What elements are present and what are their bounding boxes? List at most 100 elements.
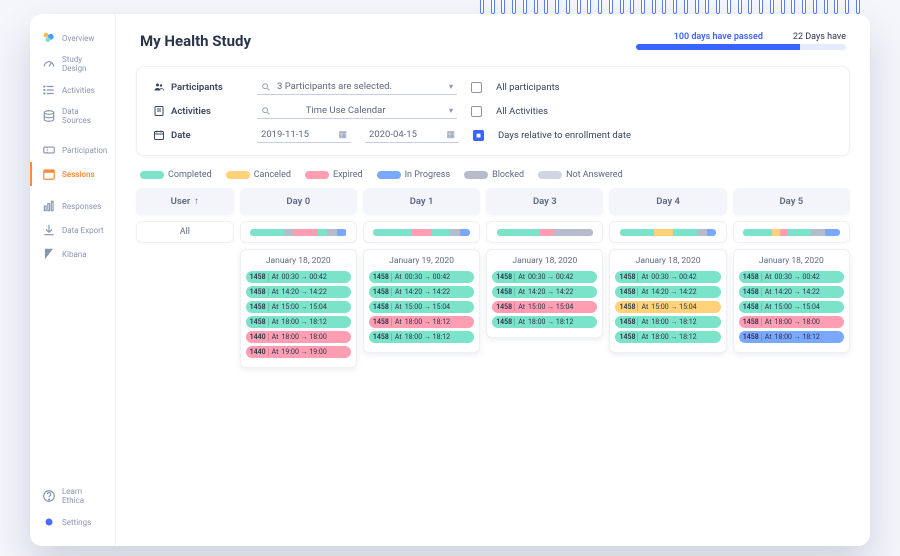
activities-select[interactable]: Time Use Calendar ▾ [257, 103, 457, 119]
day-column-header[interactable]: Day 4 [609, 188, 726, 215]
sidebar-item-data-export[interactable]: Data Export [30, 218, 115, 242]
legend-label: Expired [333, 170, 363, 180]
legend-swatch [226, 171, 250, 179]
session-entry[interactable]: 1458At18:00 → 18:12 [369, 331, 474, 343]
date-to-input[interactable]: 2020-04-15 ▦ [365, 127, 459, 143]
session-entry[interactable]: 1458At15:00 → 15:04 [615, 301, 720, 313]
sidebar-item-data-sources[interactable]: Data Sources [30, 102, 115, 130]
session-entry[interactable]: 1458At14:20 → 14:22 [246, 286, 351, 298]
page-title: My Health Study [140, 32, 616, 50]
session-entry[interactable]: 1458At18:00 → 18:12 [369, 316, 474, 328]
status-bar [250, 229, 347, 236]
all-activities-label: All Activities [496, 106, 548, 117]
progress-remaining: 22 Days have [793, 32, 846, 42]
sidebar-item-participation[interactable]: Participation [30, 138, 115, 162]
date-from-input[interactable]: 2019-11-15 ▦ [257, 127, 351, 143]
session-entry[interactable]: 1458At15:00 → 15:04 [492, 301, 597, 313]
gauge-icon [42, 57, 56, 71]
activities-icon [153, 105, 165, 117]
sidebar-item-label: Data Sources [62, 107, 105, 125]
all-participants-checkbox[interactable] [471, 82, 482, 93]
day-column-header[interactable]: Day 1 [363, 188, 480, 215]
legend-blocked: Blocked [464, 170, 524, 180]
sidebar-item-label: Participation [62, 146, 107, 155]
status-bar [497, 229, 594, 236]
sort-arrow-icon: ↑ [194, 196, 199, 207]
session-entry[interactable]: 1458At00:30 → 00:42 [369, 271, 474, 283]
sidebar-item-settings[interactable]: Settings [30, 510, 115, 534]
legend-swatch [305, 171, 329, 179]
participants-label: Participants [153, 81, 243, 93]
list-icon [42, 83, 56, 97]
legend-expired: Expired [305, 170, 363, 180]
sidebar-item-label: Study Design [62, 55, 105, 73]
participants-icon [153, 81, 165, 93]
legend-notanswered: Not Answered [538, 170, 623, 180]
progress-passed: 100 days have passed [674, 32, 763, 42]
sidebar-item-overview[interactable]: Overview [30, 26, 115, 50]
calendar-icon: ▦ [446, 130, 455, 140]
legend-completed: Completed [140, 170, 212, 180]
sidebar-item-label: Sessions [62, 170, 95, 179]
session-entry[interactable]: 1458At18:00 → 18:12 [615, 331, 720, 343]
session-entry[interactable]: 1458At00:30 → 00:42 [739, 271, 844, 283]
day-column-header[interactable]: Day 5 [733, 188, 850, 215]
sidebar-item-sessions[interactable]: Sessions [30, 162, 115, 186]
all-activities-checkbox[interactable] [471, 106, 482, 117]
legend-label: Not Answered [566, 170, 623, 180]
day-status-bar [609, 221, 726, 243]
session-entry[interactable]: 1458At18:00 → 18:12 [246, 316, 351, 328]
sidebar-item-responses[interactable]: Responses [30, 194, 115, 218]
activities-label: Activities [153, 105, 243, 117]
sidebar-item-kibana[interactable]: Kibana [30, 242, 115, 266]
session-entry[interactable]: 1458At18:00 → 18:12 [615, 316, 720, 328]
sidebar-item-study-design[interactable]: Study Design [30, 50, 115, 78]
sidebar-item-label: Overview [62, 34, 94, 43]
session-entry[interactable]: 1458At14:20 → 14:22 [492, 286, 597, 298]
filter-panel: Participants 3 Participants are selected… [136, 66, 850, 156]
legend-swatch [464, 171, 488, 179]
main-content: My Health Study 100 days have passed 22 … [116, 14, 870, 546]
session-entry[interactable]: 1458At18:00 → 18:00 [739, 316, 844, 328]
legend-swatch [538, 171, 562, 179]
day-column-header[interactable]: Day 0 [240, 188, 357, 215]
session-entry[interactable]: 1440At19:00 → 19:00 [246, 346, 351, 358]
legend-swatch [377, 171, 401, 179]
day-column-header[interactable]: Day 3 [486, 188, 603, 215]
relative-days-checkbox[interactable]: ■ [473, 130, 484, 141]
day-column-day3: Day 3January 18, 20201458At00:30 → 00:42… [486, 188, 603, 368]
sidebar-item-activities[interactable]: Activities [30, 78, 115, 102]
session-entry[interactable]: 1458At14:20 → 14:22 [369, 286, 474, 298]
day-date: January 18, 2020 [615, 256, 720, 266]
database-icon [42, 109, 56, 123]
all-row-label: All [136, 221, 234, 243]
session-entry[interactable]: 1458At15:00 → 15:04 [369, 301, 474, 313]
session-entry[interactable]: 1458At18:00 → 18:12 [492, 316, 597, 328]
day-date: January 19, 2020 [369, 256, 474, 266]
sidebar: Overview Study Design Activities Data Sourc… [30, 14, 116, 546]
session-entry[interactable]: 1458At15:00 → 15:04 [246, 301, 351, 313]
session-entry[interactable]: 1458At15:00 → 15:04 [739, 301, 844, 313]
session-entry[interactable]: 1458At18:00 → 18:12 [739, 331, 844, 343]
session-entry[interactable]: 1440At18:00 → 18:00 [246, 331, 351, 343]
dashboard-icon [42, 31, 56, 45]
day-card: January 19, 2020 1458At00:30 → 00:42 1458A… [363, 249, 480, 353]
session-entry[interactable]: 1458At14:20 → 14:22 [739, 286, 844, 298]
legend-swatch [140, 171, 164, 179]
session-entry[interactable]: 1458At14:20 → 14:22 [615, 286, 720, 298]
session-entry[interactable]: 1458At00:30 → 00:42 [492, 271, 597, 283]
chevron-down-icon: ▾ [449, 82, 453, 91]
user-column-header[interactable]: User ↑ [136, 188, 234, 215]
day-column-day5: Day 5January 18, 20201458At00:30 → 00:42… [733, 188, 850, 368]
participants-select[interactable]: 3 Participants are selected. ▾ [257, 79, 457, 95]
calendar-icon [42, 167, 56, 181]
session-entry[interactable]: 1458At00:30 → 00:42 [246, 271, 351, 283]
day-status-bar [363, 221, 480, 243]
date-label: Date [153, 129, 243, 141]
day-column-day4: Day 4 January 18, 2020 1458At00:30 → 00:42… [609, 188, 726, 368]
sidebar-item-label: Responses [62, 202, 101, 211]
status-bar [743, 229, 840, 236]
legend-label: Canceled [254, 170, 291, 180]
sidebar-item-learn-ethica[interactable]: Learn Ethica [30, 482, 115, 510]
session-entry[interactable]: 1458At00:30 → 00:42 [615, 271, 720, 283]
